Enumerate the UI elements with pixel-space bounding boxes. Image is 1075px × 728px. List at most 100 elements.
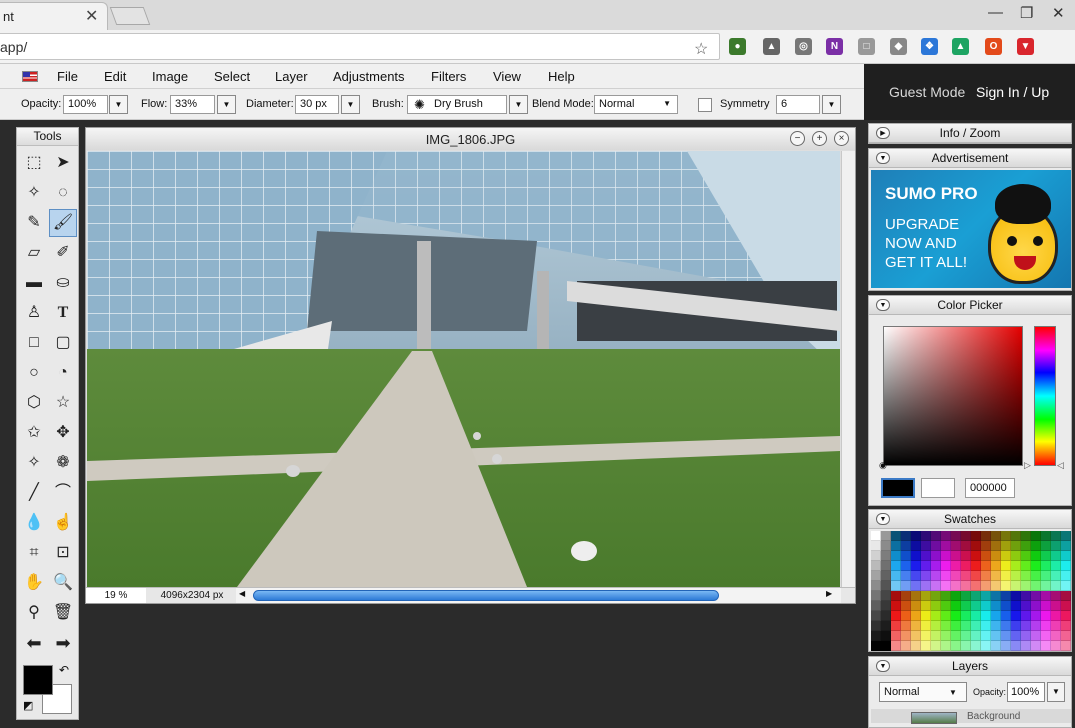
color-swatch[interactable] bbox=[1001, 561, 1011, 571]
color-replace-tool-icon[interactable]: ✐ bbox=[49, 239, 77, 267]
menu-help[interactable]: Help bbox=[548, 69, 575, 84]
color-swatch[interactable] bbox=[991, 601, 1001, 611]
color-swatch[interactable] bbox=[871, 531, 881, 541]
color-swatch[interactable] bbox=[991, 571, 1001, 581]
magic-wand-tool-icon[interactable]: ✧ bbox=[20, 179, 48, 207]
color-swatch[interactable] bbox=[931, 571, 941, 581]
color-swatch[interactable] bbox=[931, 531, 941, 541]
text-tool-icon[interactable]: T bbox=[49, 299, 77, 327]
color-swatch[interactable] bbox=[1061, 601, 1071, 611]
scroll-left-icon[interactable]: ◀ bbox=[239, 589, 245, 598]
gradient-tool-icon[interactable]: ▬ bbox=[20, 269, 48, 297]
color-swatch[interactable] bbox=[911, 541, 921, 551]
color-swatch[interactable] bbox=[941, 611, 951, 621]
color-swatch[interactable] bbox=[991, 561, 1001, 571]
blur-tool-icon[interactable]: 💧 bbox=[20, 509, 48, 537]
color-swatch[interactable] bbox=[931, 631, 941, 641]
color-swatch[interactable] bbox=[1051, 531, 1061, 541]
color-swatch[interactable] bbox=[1051, 551, 1061, 561]
color-swatch[interactable] bbox=[1031, 621, 1041, 631]
color-swatch[interactable] bbox=[1051, 621, 1061, 631]
menu-edit[interactable]: Edit bbox=[104, 69, 126, 84]
color-swatch[interactable] bbox=[901, 581, 911, 591]
color-swatch[interactable] bbox=[1051, 591, 1061, 601]
color-swatch[interactable] bbox=[991, 531, 1001, 541]
color-swatch[interactable] bbox=[1001, 571, 1011, 581]
color-swatch[interactable] bbox=[911, 641, 921, 651]
color-swatch[interactable] bbox=[961, 541, 971, 551]
color-swatch[interactable] bbox=[1061, 551, 1071, 561]
layer-row-background[interactable]: Background bbox=[871, 709, 1071, 724]
color-swatch[interactable] bbox=[921, 541, 931, 551]
color-swatch[interactable] bbox=[1031, 551, 1041, 561]
color-swatch[interactable] bbox=[921, 531, 931, 541]
color-swatch[interactable] bbox=[971, 591, 981, 601]
color-swatch[interactable] bbox=[941, 561, 951, 571]
rounded-rectangle-tool-icon[interactable]: ▢ bbox=[49, 329, 77, 357]
color-swatch[interactable] bbox=[921, 561, 931, 571]
color-swatch[interactable] bbox=[971, 571, 981, 581]
color-swatch[interactable] bbox=[961, 621, 971, 631]
minimize-icon[interactable]: — bbox=[988, 4, 1003, 21]
color-swatch[interactable] bbox=[871, 551, 881, 561]
color-swatch[interactable] bbox=[921, 571, 931, 581]
color-swatch[interactable] bbox=[871, 611, 881, 621]
color-swatch[interactable] bbox=[1061, 591, 1071, 601]
color-swatch[interactable] bbox=[1011, 631, 1021, 641]
color-swatch[interactable] bbox=[871, 601, 881, 611]
color-swatch[interactable] bbox=[1021, 551, 1031, 561]
color-swatch[interactable] bbox=[991, 581, 1001, 591]
color-swatch[interactable] bbox=[961, 591, 971, 601]
color-swatch[interactable] bbox=[951, 571, 961, 581]
color-swatch[interactable] bbox=[971, 631, 981, 641]
color-swatch[interactable] bbox=[931, 601, 941, 611]
star-tool-icon[interactable]: ☆ bbox=[49, 389, 77, 417]
color-swatch[interactable] bbox=[1041, 611, 1051, 621]
color-swatch[interactable] bbox=[921, 641, 931, 651]
bookmark-star-icon[interactable]: ☆ bbox=[694, 39, 708, 59]
horizontal-scroll-thumb[interactable] bbox=[253, 590, 719, 601]
color-swatch[interactable] bbox=[981, 621, 991, 631]
color-swatch[interactable] bbox=[871, 641, 881, 651]
color-swatch[interactable] bbox=[921, 581, 931, 591]
color-swatch[interactable] bbox=[901, 601, 911, 611]
color-swatch[interactable] bbox=[1051, 641, 1061, 651]
color-swatch[interactable] bbox=[1011, 591, 1021, 601]
zoom-tool-icon[interactable]: 🔍 bbox=[49, 569, 77, 597]
redo-arrow-icon[interactable]: ➡ bbox=[49, 629, 77, 657]
color-swatch[interactable] bbox=[971, 621, 981, 631]
color-swatch[interactable] bbox=[981, 581, 991, 591]
color-swatch[interactable] bbox=[1031, 641, 1041, 651]
previous-color-swatch[interactable] bbox=[921, 478, 955, 498]
color-swatch[interactable] bbox=[1001, 551, 1011, 561]
color-swatch[interactable] bbox=[881, 551, 891, 561]
color-swatch[interactable] bbox=[901, 561, 911, 571]
color-swatch[interactable] bbox=[1031, 561, 1041, 571]
color-swatch[interactable] bbox=[901, 611, 911, 621]
color-swatch[interactable] bbox=[901, 571, 911, 581]
color-swatch[interactable] bbox=[921, 601, 931, 611]
color-swatch[interactable] bbox=[901, 551, 911, 561]
color-swatch[interactable] bbox=[951, 581, 961, 591]
color-swatch[interactable] bbox=[871, 591, 881, 601]
color-swatch[interactable] bbox=[901, 591, 911, 601]
language-flag-icon[interactable] bbox=[22, 71, 38, 82]
page-icon[interactable]: □ bbox=[858, 38, 875, 55]
rectangle-tool-icon[interactable]: □ bbox=[20, 329, 48, 357]
color-swatch[interactable] bbox=[931, 611, 941, 621]
color-swatch[interactable] bbox=[891, 541, 901, 551]
color-swatch[interactable] bbox=[1031, 611, 1041, 621]
smudge-tool-icon[interactable]: ☝ bbox=[49, 509, 77, 537]
sign-in-link[interactable]: Sign In / Up bbox=[976, 84, 1049, 100]
drive-icon[interactable]: ▲ bbox=[952, 38, 969, 55]
menu-filters[interactable]: Filters bbox=[431, 69, 466, 84]
color-swatch[interactable] bbox=[881, 631, 891, 641]
color-swatch[interactable] bbox=[981, 551, 991, 561]
color-swatch[interactable] bbox=[921, 611, 931, 621]
color-swatch[interactable] bbox=[1051, 541, 1061, 551]
color-swatch[interactable] bbox=[941, 601, 951, 611]
color-swatch[interactable] bbox=[941, 641, 951, 651]
color-swatch[interactable] bbox=[931, 551, 941, 561]
reset-colors-icon[interactable]: ◩ bbox=[23, 699, 33, 712]
color-swatch[interactable] bbox=[1021, 561, 1031, 571]
